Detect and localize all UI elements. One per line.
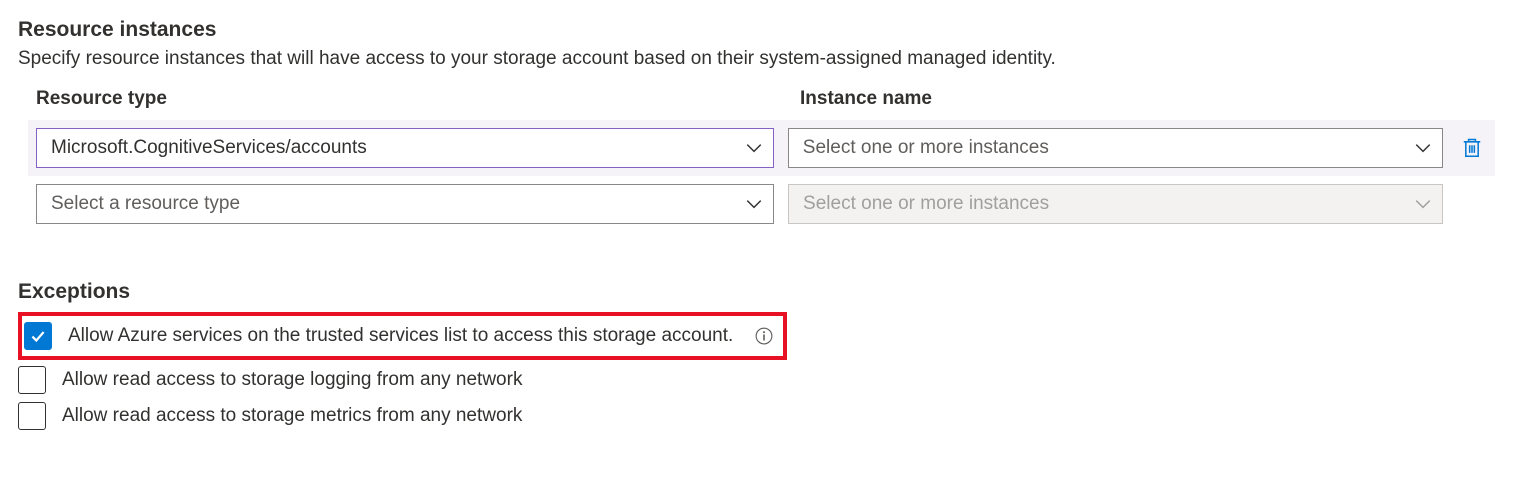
- resource-instances-description: Specify resource instances that will hav…: [18, 48, 1495, 70]
- chevron-down-icon: [745, 195, 763, 213]
- instance-name-dropdown[interactable]: Select one or more instances: [788, 128, 1443, 168]
- checkbox-logging[interactable]: [18, 366, 46, 394]
- exception-item-highlighted: Allow Azure services on the trusted serv…: [18, 312, 787, 360]
- header-instance-name: Instance name: [800, 88, 1480, 110]
- resource-row: Microsoft.CognitiveServices/accounts Sel…: [28, 120, 1495, 176]
- resource-instances-table: Resource type Instance name Microsoft.Co…: [18, 88, 1495, 232]
- exceptions-section: Exceptions Allow Azure services on the t…: [18, 280, 1495, 434]
- exception-label: Allow read access to storage metrics fro…: [62, 405, 522, 427]
- resource-type-dropdown[interactable]: Microsoft.CognitiveServices/accounts: [36, 128, 774, 168]
- chevron-down-icon: [1414, 195, 1432, 213]
- resource-type-dropdown[interactable]: Select a resource type: [36, 184, 774, 224]
- chevron-down-icon: [1414, 139, 1432, 157]
- table-headers: Resource type Instance name: [28, 88, 1495, 110]
- resource-type-placeholder: Select a resource type: [51, 193, 240, 215]
- resource-instances-title: Resource instances: [18, 18, 1495, 42]
- instance-name-dropdown-disabled: Select one or more instances: [788, 184, 1443, 224]
- exception-item: Allow read access to storage metrics fro…: [18, 398, 1495, 434]
- checkbox-metrics[interactable]: [18, 402, 46, 430]
- exceptions-title: Exceptions: [18, 280, 1495, 304]
- exception-label: Allow read access to storage logging fro…: [62, 369, 522, 391]
- resource-type-value: Microsoft.CognitiveServices/accounts: [51, 137, 367, 159]
- info-icon[interactable]: [755, 327, 773, 345]
- header-resource-type: Resource type: [28, 88, 800, 110]
- exception-item: Allow read access to storage logging fro…: [18, 362, 1495, 398]
- checkbox-trusted-services[interactable]: [24, 322, 52, 350]
- instance-placeholder: Select one or more instances: [803, 137, 1049, 159]
- resource-row: Select a resource type Select one or mor…: [28, 176, 1495, 232]
- chevron-down-icon: [745, 139, 763, 157]
- delete-icon[interactable]: [1457, 133, 1487, 163]
- resource-instances-section: Resource instances Specify resource inst…: [18, 18, 1495, 232]
- instance-placeholder: Select one or more instances: [803, 193, 1049, 215]
- exception-label: Allow Azure services on the trusted serv…: [68, 325, 733, 347]
